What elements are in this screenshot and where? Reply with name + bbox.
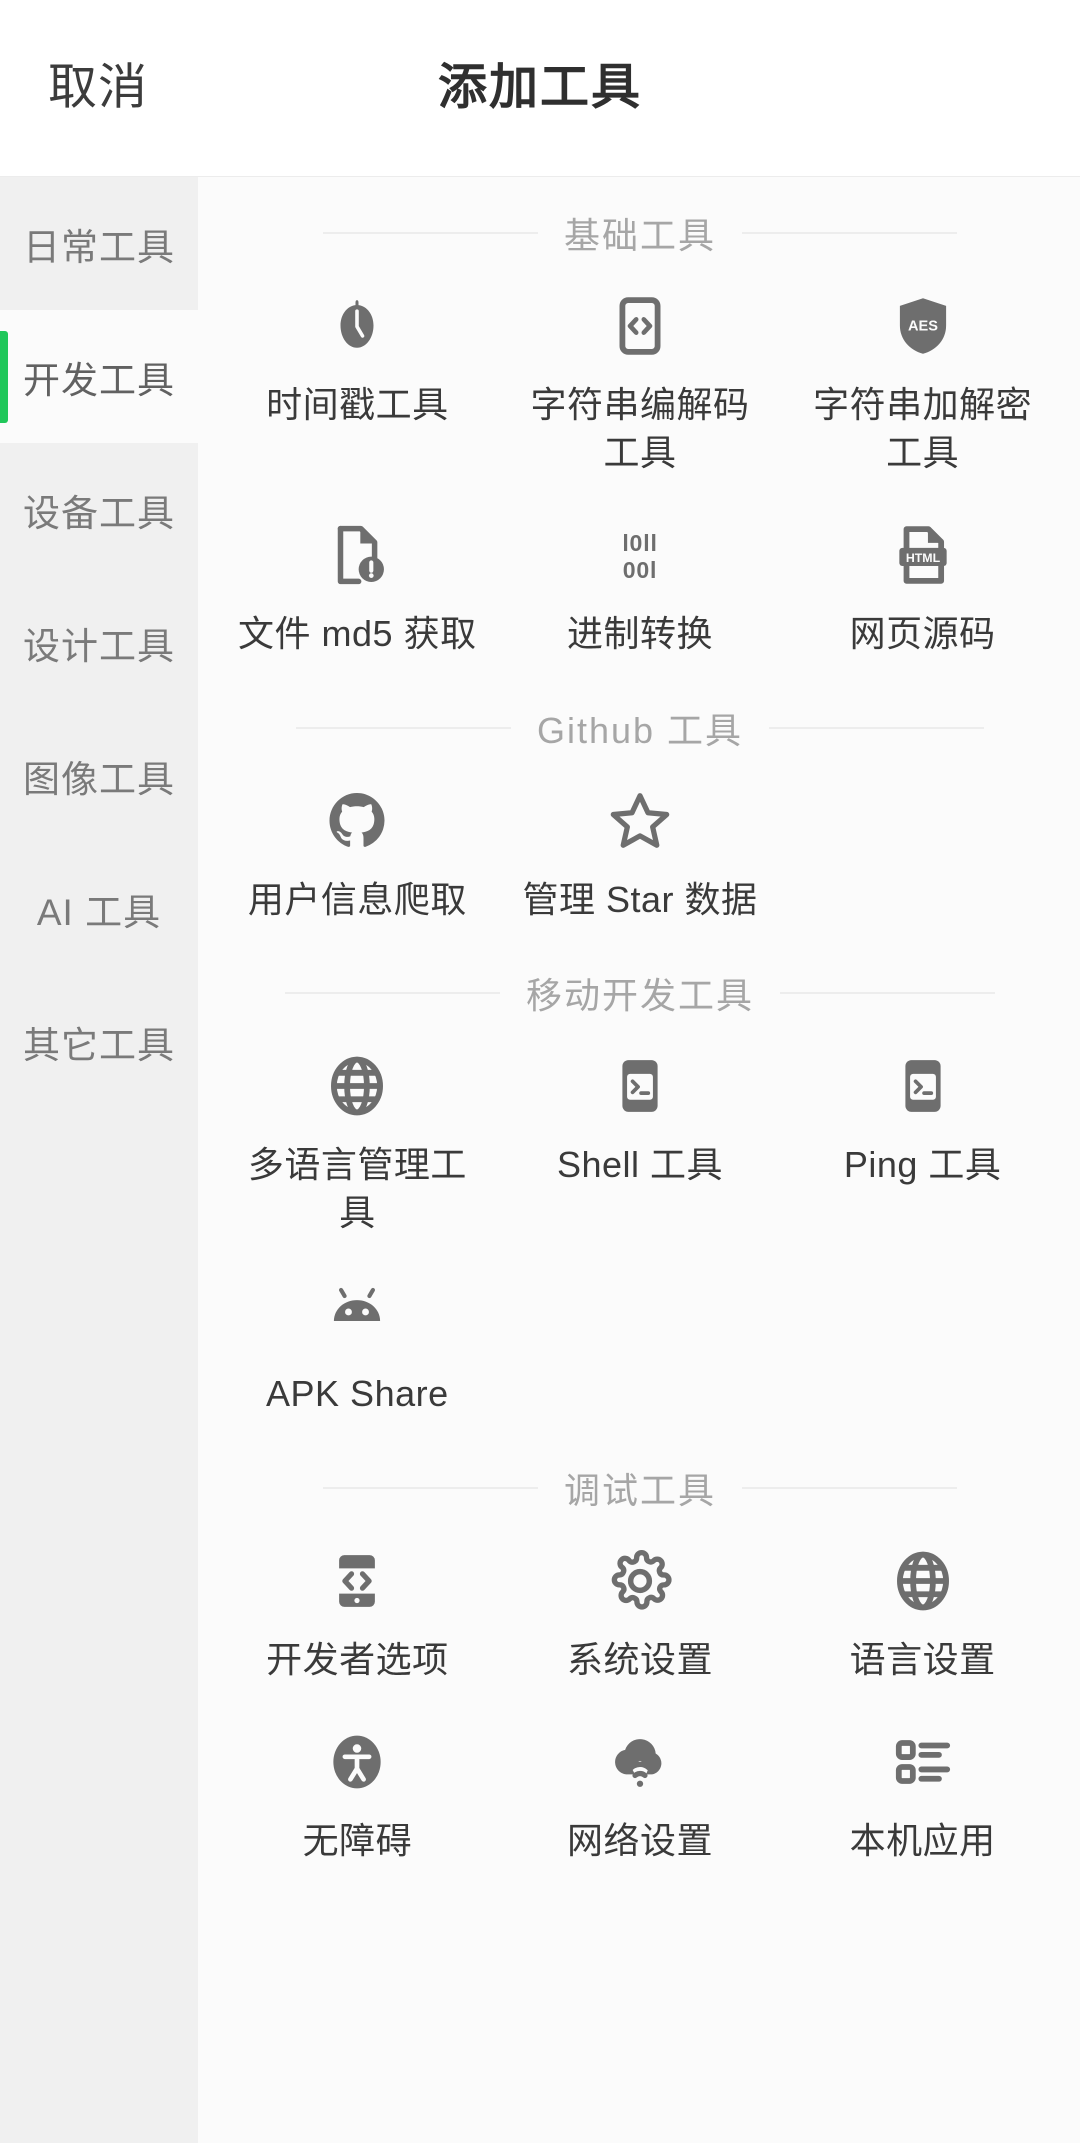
section-header: 基础工具 (216, 177, 1064, 267)
terminal-phone-icon (607, 1053, 673, 1119)
svg-text:AES: AES (908, 318, 938, 334)
clock-icon (324, 293, 390, 359)
section-rule-left (295, 726, 511, 729)
tool-label: 文件 md5 获取 (238, 613, 477, 655)
tool-item[interactable]: APK Share (216, 1256, 499, 1432)
tool-list-content: 基础工具时间戳工具 字符串编解码工具 AES 字符串加解密工具文件 md5 获取 l0l… (198, 177, 1080, 2143)
sidebar-item-0[interactable]: 日常工具 (0, 177, 198, 310)
tool-label: 无障碍 (302, 1820, 413, 1862)
tool-item[interactable]: 字符串编解码工具 (499, 267, 782, 490)
section-rule-right (742, 1486, 957, 1489)
screen-body: 日常工具开发工具设备工具设计工具图像工具 AI 工具其它工具 基础工具时间戳工具 字… (0, 177, 1080, 2143)
tool-item[interactable]: l0ll 00l 进制转换 (499, 496, 782, 672)
tool-grid: 开发者选项 系统设置 语言设置无障碍 网络设置 本机应用 (216, 1522, 1064, 1879)
section-title: 移动开发工具 (525, 975, 754, 1017)
section-title: Github 工具 (536, 709, 744, 751)
tool-label: 网络设置 (566, 1820, 713, 1862)
cloud-wifi-icon (607, 1729, 673, 1795)
tool-label: Ping 工具 (843, 1144, 1002, 1186)
tool-item[interactable]: 开发者选项 (216, 1522, 499, 1698)
sidebar-item-label: 设计工具 (23, 625, 175, 667)
binary-icon: l0ll 00l (607, 522, 673, 588)
app-list-icon (890, 1729, 956, 1795)
tool-item[interactable]: Ping 工具 (781, 1027, 1064, 1250)
tool-label: 用户信息爬取 (247, 878, 467, 920)
category-sidebar[interactable]: 日常工具开发工具设备工具设计工具图像工具 AI 工具其它工具 (0, 177, 198, 2143)
star-outline-icon (607, 788, 673, 854)
section-rule-right (780, 992, 995, 995)
github-icon (324, 788, 390, 854)
file-alert-icon (324, 522, 390, 588)
gear-icon (607, 1548, 673, 1614)
tool-item[interactable]: 用户信息爬取 (216, 762, 499, 938)
add-tool-screen: 取消 添加工具 日常工具开发工具设备工具设计工具图像工具 AI 工具其它工具 基础… (0, 0, 1080, 2143)
aes-shield-icon: AES (890, 293, 956, 359)
tool-label: 系统设置 (566, 1638, 713, 1680)
page-title: 添加工具 (437, 60, 642, 115)
tool-item[interactable]: HTML 网页源码 (781, 496, 1064, 672)
section-title: 调试工具 (563, 1469, 716, 1511)
section-rule-left (322, 1486, 538, 1489)
sidebar-item-6[interactable]: 其它工具 (0, 975, 198, 1108)
tool-grid: 用户信息爬取 管理 Star 数据 (216, 762, 1064, 938)
globe-icon (890, 1548, 956, 1614)
section-header: Github 工具 (216, 672, 1064, 762)
tool-label: 字符串加解密工具 (813, 384, 1033, 473)
section-rule-left (322, 232, 538, 234)
tool-item[interactable]: AES 字符串加解密工具 (781, 267, 1064, 490)
section-rule-right (742, 232, 957, 234)
section-header: 调试工具 (216, 1432, 1064, 1522)
app-header: 取消 添加工具 (0, 0, 1080, 177)
sidebar-item-label: AI 工具 (36, 891, 162, 933)
tool-item[interactable]: 语言设置 (781, 1522, 1064, 1698)
svg-text:HTML: HTML (905, 551, 940, 565)
tool-label: 网页源码 (849, 613, 996, 655)
html-file-icon: HTML (890, 522, 956, 588)
tool-label: 语言设置 (849, 1638, 996, 1680)
accessibility-icon (324, 1729, 390, 1795)
tool-item[interactable]: 管理 Star 数据 (499, 762, 782, 938)
sidebar-item-label: 其它工具 (23, 1024, 175, 1066)
tool-item[interactable]: 时间戳工具 (216, 267, 499, 490)
tool-item[interactable]: Shell 工具 (499, 1027, 782, 1250)
sidebar-item-2[interactable]: 设备工具 (0, 443, 198, 576)
tool-label: Shell 工具 (556, 1144, 724, 1186)
sidebar-item-3[interactable]: 设计工具 (0, 576, 198, 709)
tool-item[interactable]: 系统设置 (499, 1522, 782, 1698)
tool-grid: 时间戳工具 字符串编解码工具 AES 字符串加解密工具文件 md5 获取 l0ll 00l… (216, 267, 1064, 672)
code-phone-icon (607, 293, 673, 359)
tool-item[interactable]: 文件 md5 获取 (216, 496, 499, 672)
sidebar-item-label: 日常工具 (23, 226, 175, 268)
sidebar-item-4[interactable]: 图像工具 (0, 709, 198, 842)
sidebar-item-5[interactable]: AI 工具 (0, 842, 198, 975)
tool-grid: 多语言管理工具 Shell 工具 Ping 工具 APK Share (216, 1027, 1064, 1432)
section-title: 基础工具 (563, 215, 716, 256)
section-rule-right (769, 726, 985, 729)
terminal-phone-icon (890, 1053, 956, 1119)
android-icon (324, 1282, 390, 1348)
tool-item[interactable]: 多语言管理工具 (216, 1027, 499, 1250)
tool-label: 管理 Star 数据 (522, 878, 758, 920)
tool-label: 开发者选项 (266, 1638, 449, 1680)
sidebar-item-1[interactable]: 开发工具 (0, 310, 198, 443)
globe-icon (324, 1053, 390, 1119)
tool-item[interactable]: 无障碍 (216, 1703, 499, 1879)
tool-label: APK Share (266, 1373, 449, 1415)
tool-label: 进制转换 (566, 613, 713, 655)
phone-code-icon (324, 1548, 390, 1614)
section-header: 移动开发工具 (216, 937, 1064, 1027)
tool-label: 时间戳工具 (266, 384, 449, 425)
tool-item[interactable]: 本机应用 (781, 1703, 1064, 1879)
tool-label: 字符串编解码工具 (530, 384, 750, 473)
tool-label: 本机应用 (849, 1820, 996, 1862)
sidebar-item-label: 设备工具 (23, 492, 175, 534)
sidebar-item-label: 图像工具 (23, 758, 175, 800)
svg-text:00l: 00l (623, 557, 658, 583)
section-rule-left (284, 992, 500, 995)
sidebar-item-label: 开发工具 (23, 359, 175, 401)
tool-label: 多语言管理工具 (247, 1144, 467, 1233)
svg-text:l0ll: l0ll (622, 530, 657, 556)
tool-item[interactable]: 网络设置 (499, 1703, 782, 1879)
